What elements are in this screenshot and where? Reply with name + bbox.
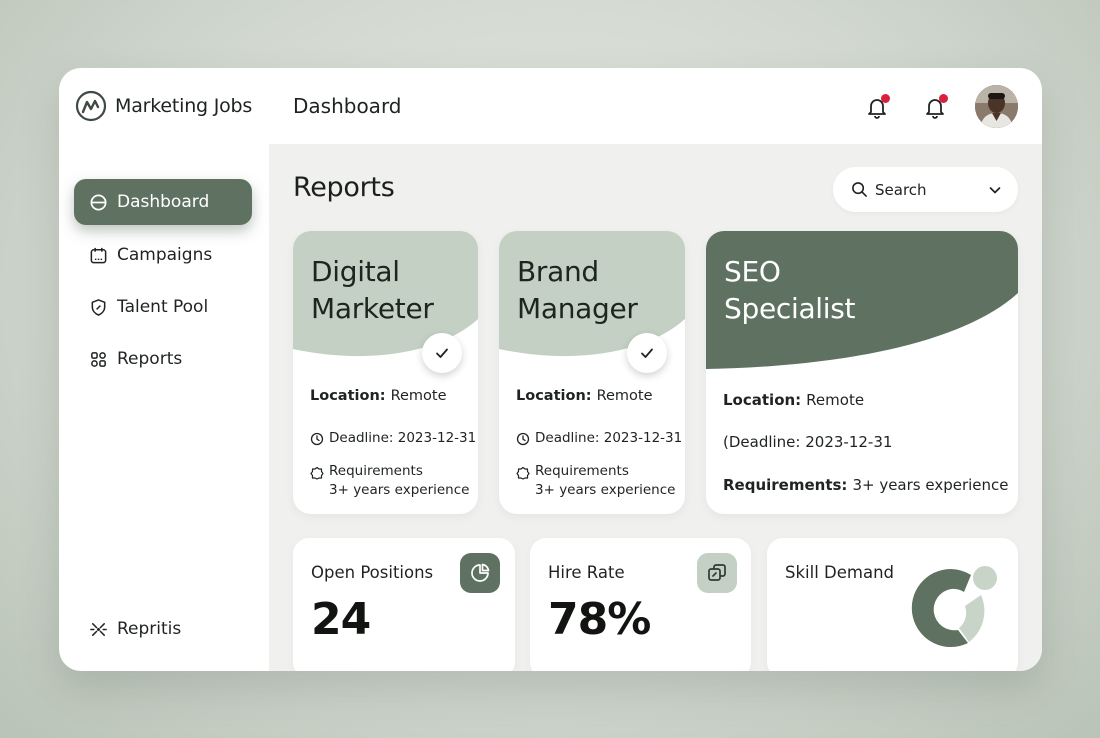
- sidebar-item-campaigns[interactable]: Campaigns: [74, 232, 252, 278]
- app-window: Marketing Jobs Dashboard Dashboard Campa…: [59, 68, 1042, 671]
- check-button[interactable]: [422, 333, 462, 373]
- job-deadline: (Deadline: 2023-12-31: [723, 433, 893, 451]
- alerts-button[interactable]: [923, 94, 948, 120]
- sidebar-item-talent-pool[interactable]: Talent Pool: [74, 284, 252, 330]
- sidebar-item-label: Campaigns: [117, 245, 213, 265]
- dashboard-icon: [90, 194, 107, 210]
- job-requirements: Requirements: 3+ years experience: [723, 476, 1009, 494]
- job-location: Location: Remote: [516, 388, 653, 404]
- stat-label: Skill Demand: [785, 563, 894, 582]
- badge-icon: [516, 466, 530, 480]
- job-location: Location: Remote: [723, 391, 865, 409]
- stat-card-open-positions[interactable]: Open Positions 24: [293, 538, 515, 671]
- stat-value: 24: [311, 594, 371, 645]
- job-deadline: Deadline: 2023-12-31: [310, 430, 476, 446]
- job-title: Digital Marketer: [311, 255, 434, 325]
- job-requirements: Requirements 3+ years experience: [310, 462, 469, 500]
- job-title: Brand Manager: [517, 255, 638, 325]
- stat-value: 78%: [548, 594, 651, 645]
- skill-demand-donut-chart: [911, 566, 997, 647]
- stat-label: Open Positions: [311, 563, 434, 582]
- brand-logo-icon: [75, 90, 107, 122]
- notification-button[interactable]: [865, 94, 890, 120]
- pie-chart-icon: [471, 563, 490, 582]
- calendar-icon: [90, 247, 107, 263]
- search-input[interactable]: [875, 180, 975, 199]
- clock-icon: [516, 432, 530, 446]
- notification-dot: [881, 94, 890, 103]
- check-icon: [641, 348, 653, 358]
- stat-label: Hire Rate: [548, 563, 625, 582]
- check-icon: [436, 348, 448, 358]
- avatar-image: [975, 85, 1018, 128]
- sidebar-item-label: Dashboard: [117, 192, 210, 212]
- job-card-seo-specialist[interactable]: SEO Specialist Location: Remote (Deadline:…: [706, 231, 1018, 514]
- check-button[interactable]: [627, 333, 667, 373]
- sparkle-icon: [90, 622, 107, 636]
- job-location: Location: Remote: [310, 388, 447, 404]
- main-content: Reports DigitalMarketer Location:Remote: [269, 144, 1042, 671]
- job-requirements: Requirements 3+ years experience: [516, 462, 675, 500]
- sidebar: Dashboard Campaigns Talent Pool Reports …: [59, 144, 269, 671]
- donut-highlight-dot: [973, 566, 997, 590]
- job-deadline: Deadline: 2023-12-31: [516, 430, 682, 446]
- sidebar-item-label: Repritis: [117, 619, 182, 639]
- search-box[interactable]: [833, 167, 1018, 212]
- job-title: SEO Specialist: [724, 255, 856, 325]
- copy-icon: [708, 564, 726, 581]
- shield-icon: [91, 298, 106, 316]
- job-card-brand-manager[interactable]: Brand Manager Location: Remote Deadline: 2…: [499, 231, 685, 514]
- sidebar-item-dashboard[interactable]: Dashboard: [74, 179, 252, 225]
- reports-icon: [91, 351, 106, 367]
- donut-segment-accent: [951, 569, 971, 592]
- brand[interactable]: Marketing Jobs: [75, 90, 252, 122]
- clock-icon: [310, 432, 324, 446]
- search-icon: [852, 182, 867, 197]
- chevron-down-icon[interactable]: [988, 183, 1002, 197]
- stat-card-hire-rate[interactable]: Hire Rate 78%: [530, 538, 751, 671]
- notification-dot: [939, 94, 948, 103]
- sidebar-item-label: Talent Pool: [117, 297, 209, 317]
- stat-icon-button[interactable]: [697, 553, 737, 593]
- page-title: Dashboard: [293, 94, 402, 118]
- job-card-digital-marketer[interactable]: Digital Marketer Location: Remote Deadline…: [293, 231, 478, 514]
- stat-card-skill-demand[interactable]: Skill Demand: [767, 538, 1018, 671]
- donut-segment-light: [959, 595, 985, 642]
- user-avatar[interactable]: [975, 85, 1018, 128]
- sidebar-item-label: Reports: [117, 349, 183, 369]
- sidebar-item-reports[interactable]: Reports: [74, 336, 252, 382]
- badge-icon: [310, 466, 324, 480]
- stat-icon-button[interactable]: [460, 553, 500, 593]
- brand-name: Marketing Jobs: [115, 95, 253, 117]
- section-title: Reports: [293, 172, 395, 203]
- sidebar-item-repritis[interactable]: Repritis: [74, 606, 252, 652]
- job-card-header: SEO Specialist: [706, 231, 1018, 373]
